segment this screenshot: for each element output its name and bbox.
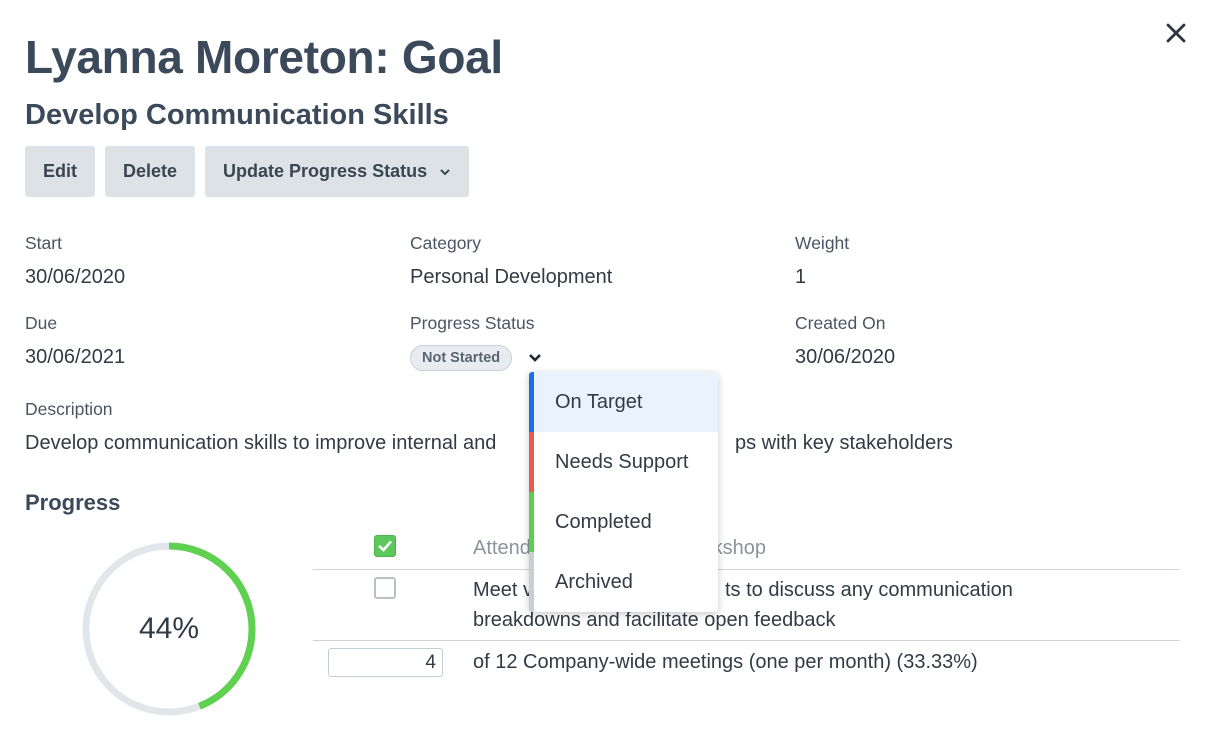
menu-item-needs-support[interactable]: Needs Support — [529, 432, 718, 492]
menu-item-archived[interactable]: Archived — [529, 552, 718, 612]
status-color-bar — [529, 372, 534, 432]
menu-item-label: Completed — [555, 510, 652, 533]
menu-item-label: On Target — [555, 390, 643, 413]
task-item-workshop: Attend rkshop — [473, 533, 766, 563]
page-title: Lyanna Moreton: Goal — [25, 31, 503, 83]
close-button[interactable] — [1163, 20, 1189, 46]
menu-item-label: Archived — [555, 570, 633, 593]
chevron-down-icon — [439, 166, 451, 178]
status-color-bar — [529, 492, 534, 552]
description-text-end: ps with key stakeholders — [735, 432, 953, 454]
task-text-end: ts to discuss any communication — [725, 579, 1013, 601]
status-color-bar — [529, 552, 534, 612]
progress-status-menu: On Target Needs Support Completed Archiv… — [529, 372, 718, 612]
goal-name: Develop Communication Skills — [25, 99, 449, 131]
update-progress-status-label: Update Progress Status — [223, 161, 428, 181]
due-value: 30/06/2021 — [25, 346, 126, 368]
chevron-down-icon — [529, 354, 541, 362]
delete-button-label: Delete — [123, 161, 178, 181]
task-checkbox-unchecked[interactable] — [374, 577, 396, 599]
start-value: 30/06/2020 — [25, 266, 126, 288]
meetings-count-text: of 12 Company-wide meetings (one per mon… — [473, 651, 978, 673]
menu-item-label: Needs Support — [555, 450, 689, 473]
edit-button-label: Edit — [43, 161, 77, 181]
created-on-label: Created On — [795, 313, 886, 333]
weight-label: Weight — [795, 233, 850, 253]
task-checkbox-checked[interactable] — [374, 535, 396, 557]
task-text-start: Attend — [473, 537, 531, 559]
category-label: Category — [410, 233, 482, 253]
row-divider — [313, 569, 1180, 570]
progress-percent: 44% — [138, 612, 200, 645]
description-text-start: Develop communication skills to improve … — [25, 432, 497, 454]
task-text-start: Meet v — [473, 579, 534, 601]
status-color-bar — [529, 432, 534, 492]
check-icon — [378, 540, 392, 552]
weight-value: 1 — [795, 266, 807, 288]
progress-heading: Progress — [25, 490, 121, 515]
meetings-count-input[interactable] — [328, 648, 443, 677]
row-divider — [313, 640, 1180, 641]
created-on-value: 30/06/2020 — [795, 346, 896, 368]
progress-status-badge[interactable]: Not Started — [410, 345, 513, 371]
description-text: Develop communication skills to improve … — [25, 432, 953, 455]
menu-item-completed[interactable]: Completed — [529, 492, 718, 552]
start-label: Start — [25, 233, 62, 253]
close-icon — [1166, 23, 1186, 43]
update-progress-status-button[interactable]: Update Progress Status — [205, 146, 470, 197]
delete-button[interactable]: Delete — [105, 146, 196, 197]
edit-button[interactable]: Edit — [25, 146, 95, 197]
progress-status-label: Progress Status — [410, 313, 535, 333]
description-label: Description — [25, 399, 113, 419]
due-label: Due — [25, 313, 58, 333]
menu-item-on-target[interactable]: On Target — [529, 372, 718, 432]
action-toolbar: Edit Delete Update Progress Status — [25, 146, 470, 197]
category-value: Personal Development — [410, 266, 613, 288]
progress-status-toggle[interactable] — [527, 350, 543, 366]
